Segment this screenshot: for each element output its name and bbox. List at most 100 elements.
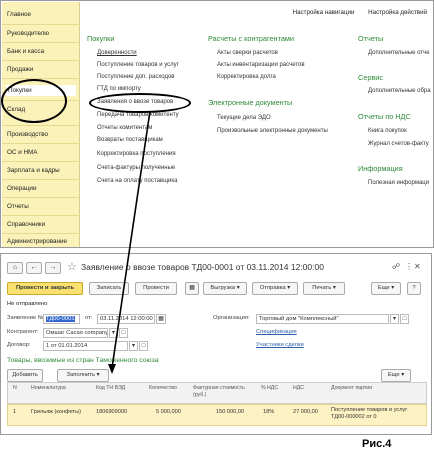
- menu-item-goods-receipt[interactable]: Поступление товаров и услуг: [97, 62, 179, 68]
- open-icon[interactable]: □: [119, 328, 128, 338]
- column-header-quantity[interactable]: Количество: [149, 385, 177, 392]
- structure-icon[interactable]: ▦: [185, 282, 199, 295]
- sidebar-divider: [2, 143, 80, 144]
- sidebar-item-reports[interactable]: Отчеты: [7, 203, 29, 210]
- counterparty-field[interactable]: Омшаг Сасао company: [43, 328, 108, 338]
- fill-label: Заполнить: [66, 372, 95, 378]
- forward-button[interactable]: →: [45, 262, 61, 274]
- menu-item-receipt-adjustment[interactable]: Корректировка поступления: [97, 151, 176, 157]
- menu-item-invoice-journal[interactable]: Журнал счетов-факту: [368, 141, 429, 147]
- specification-link[interactable]: Спецификация: [256, 329, 297, 335]
- sidebar-divider: [2, 42, 80, 43]
- dropdown-icon[interactable]: ▾: [129, 341, 138, 351]
- more-button[interactable]: Еще ▾: [371, 282, 401, 295]
- menu-item-debt-adjustment[interactable]: Корректировка долга: [217, 74, 276, 80]
- sidebar-item-sales[interactable]: Продажи: [7, 66, 33, 73]
- figure-label: Рис.4: [362, 438, 392, 450]
- document-title: Заявление о ввозе товаров ТД00-0001 от 0…: [81, 262, 324, 272]
- help-button[interactable]: ?: [407, 282, 421, 295]
- menu-item-additional-processing[interactable]: Дополнительные обра: [368, 88, 431, 94]
- section-title-purchases: Покупки: [87, 34, 115, 43]
- menu-item-supplier-returns[interactable]: Возвраты поставщикам: [97, 137, 163, 143]
- deal-participants-link[interactable]: Участники сделки: [256, 342, 304, 348]
- contract-label: Договор:: [7, 342, 31, 348]
- menu-item-reconciliation-acts[interactable]: Акты сверки расчетов: [217, 50, 278, 56]
- column-header-n[interactable]: N: [13, 385, 17, 392]
- save-button[interactable]: Записать: [89, 282, 129, 295]
- menu-item-additional-reports[interactable]: Дополнительные отче: [368, 50, 430, 56]
- sidebar-divider: [2, 125, 80, 126]
- calendar-icon[interactable]: ▦: [156, 314, 166, 324]
- action-settings-link[interactable]: Настройка действий: [368, 9, 427, 16]
- open-icon[interactable]: □: [400, 314, 409, 324]
- cell-quantity: 5 000,000: [156, 409, 181, 415]
- sidebar-item-bank[interactable]: Банк и касса: [7, 48, 44, 55]
- sidebar-item-catalogs[interactable]: Справочники: [7, 221, 45, 228]
- fill-button[interactable]: Заполнить ▾: [57, 369, 109, 382]
- sidebar: Главное Руководителю Банк и касса Продаж…: [2, 2, 80, 247]
- navigation-panel: Главное Руководителю Банк и касса Продаж…: [0, 0, 434, 248]
- send-button[interactable]: Отправка ▾: [252, 282, 298, 295]
- menu-icon[interactable]: ⋮: [405, 262, 413, 271]
- section-title-service: Сервис: [358, 73, 383, 82]
- menu-item-customs-import[interactable]: ГТД по импорту: [97, 86, 141, 92]
- menu-item-powers-of-attorney[interactable]: Доверенности: [97, 50, 137, 56]
- table-more-button[interactable]: Еще ▾: [381, 369, 411, 382]
- post-button[interactable]: Провести: [135, 282, 177, 295]
- navigation-settings-link[interactable]: Настройка навигации: [293, 9, 355, 16]
- cell-batch-document: Поступление товаров и услуг ТД00-000002 …: [331, 407, 408, 420]
- sidebar-item-manager[interactable]: Руководителю: [7, 30, 49, 37]
- menu-item-extra-costs[interactable]: Поступление доп. расходов: [97, 74, 174, 80]
- column-header-hs-code[interactable]: Код ТН ВЭД: [96, 385, 125, 392]
- print-button[interactable]: Печать ▾: [303, 282, 345, 295]
- send-status: Не отправлено: [7, 301, 48, 307]
- sidebar-item-main[interactable]: Главное: [7, 11, 31, 18]
- close-icon[interactable]: ✕: [414, 262, 421, 271]
- menu-item-invoices-received[interactable]: Счета-фактуры полученные: [97, 165, 175, 171]
- sidebar-divider: [2, 161, 80, 162]
- sidebar-item-payroll[interactable]: Зарплата и кадры: [7, 167, 60, 174]
- menu-item-supplier-payment-invoices[interactable]: Счета на оплату поставщика: [97, 178, 177, 184]
- cell-hs-code: 1806909000: [96, 409, 128, 415]
- favorite-star-icon[interactable]: ☆: [67, 260, 77, 273]
- column-header-vat[interactable]: НДС: [293, 385, 304, 392]
- back-button[interactable]: ←: [26, 262, 42, 274]
- column-header-invoice-value[interactable]: Фактурная стоимость (руб.): [193, 385, 249, 398]
- counterparty-label: Контрагент:: [7, 329, 39, 335]
- sidebar-item-assets[interactable]: ОС и НМА: [7, 149, 37, 156]
- sidebar-item-production[interactable]: Производство: [7, 131, 48, 138]
- goods-section-title: Товары, ввозимые из стран Таможенного со…: [7, 357, 159, 364]
- sidebar-item-admin[interactable]: Администрирование: [7, 238, 67, 245]
- open-icon[interactable]: □: [139, 341, 148, 351]
- section-title-edocs: Электронные документы: [208, 98, 293, 107]
- dropdown-icon[interactable]: ▾: [109, 328, 118, 338]
- add-row-button[interactable]: Добавить: [7, 369, 43, 382]
- column-header-item[interactable]: Номенклатура: [31, 385, 66, 392]
- print-label: Печать: [312, 285, 332, 291]
- menu-item-useful-info[interactable]: Полезная информаци: [368, 180, 429, 186]
- menu-item-inventory-acts[interactable]: Акты инвентаризации расчетов: [217, 62, 305, 68]
- dropdown-icon[interactable]: ▾: [390, 314, 399, 324]
- menu-item-edo-current[interactable]: Текущие дела ЭДО: [217, 115, 271, 121]
- date-field[interactable]: 03.11.2014 12:00:00: [97, 314, 155, 324]
- link-icon[interactable]: ☍: [392, 262, 400, 271]
- top-links: Настройка навигации Настройка действий: [281, 9, 427, 16]
- home-button[interactable]: ⌂: [7, 262, 23, 274]
- section-title-info: Информация: [358, 164, 403, 173]
- number-field[interactable]: ТД00-0001: [43, 314, 80, 324]
- upload-button[interactable]: Выгрузка ▾: [203, 282, 247, 295]
- sidebar-item-operations[interactable]: Операции: [7, 185, 36, 192]
- section-title-vat-reports: Отчеты по НДС: [358, 112, 411, 121]
- post-and-close-button[interactable]: Провести и закрыть: [7, 282, 83, 295]
- menu-item-arbitrary-edocs[interactable]: Произвольные электронные документы: [217, 128, 328, 134]
- column-header-vat-rate[interactable]: % НДС: [261, 385, 278, 392]
- contract-field[interactable]: 1 от 01.01.2014: [43, 341, 128, 351]
- menu-item-principal-reports[interactable]: Отчеты комитентам: [97, 125, 152, 131]
- organization-label: Организация:: [213, 315, 250, 321]
- sidebar-divider: [2, 233, 80, 234]
- organization-field[interactable]: Торговый дом "Комплексный": [256, 314, 389, 324]
- document-window: ⌂ ← → ☆ Заявление о ввозе товаров ТД00-0…: [0, 253, 432, 435]
- highlight-circle: [1, 79, 67, 123]
- menu-item-purchase-book[interactable]: Книга покупок: [368, 128, 407, 134]
- column-header-batch-document[interactable]: Документ партии: [331, 385, 372, 392]
